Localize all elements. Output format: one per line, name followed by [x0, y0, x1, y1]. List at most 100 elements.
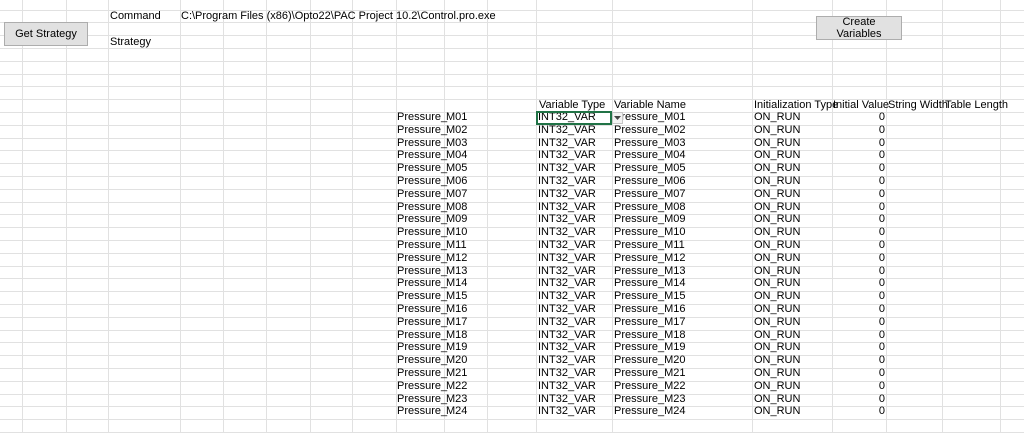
cell-prefix[interactable]: Pressure_: [397, 162, 447, 175]
cell-initial-value[interactable]: 0: [832, 149, 885, 162]
cell-suffix[interactable]: M10: [446, 226, 467, 239]
cell-suffix[interactable]: M21: [446, 367, 467, 380]
cell-variable-type[interactable]: INT32_VAR: [538, 213, 596, 226]
cell-prefix[interactable]: Pressure_: [397, 111, 447, 124]
cell-variable-name[interactable]: Pressure_M19: [614, 341, 686, 354]
cell-prefix[interactable]: Pressure_: [397, 316, 447, 329]
cell-variable-type[interactable]: INT32_VAR: [538, 316, 596, 329]
cell-variable-name[interactable]: Pressure_M15: [614, 290, 686, 303]
cell-variable-type[interactable]: INT32_VAR: [538, 239, 596, 252]
cell-initialization-type[interactable]: ON_RUN: [754, 290, 800, 303]
cell-initial-value[interactable]: 0: [832, 175, 885, 188]
cell-variable-type[interactable]: INT32_VAR: [538, 201, 596, 214]
cell-suffix[interactable]: M17: [446, 316, 467, 329]
cell-initial-value[interactable]: 0: [832, 303, 885, 316]
cell-suffix[interactable]: M15: [446, 290, 467, 303]
cell-initial-value[interactable]: 0: [832, 252, 885, 265]
cell-variable-type[interactable]: INT32_VAR: [538, 277, 596, 290]
cell-variable-type[interactable]: INT32_VAR: [538, 137, 596, 150]
cell-initial-value[interactable]: 0: [832, 162, 885, 175]
cell-variable-type[interactable]: INT32_VAR: [538, 303, 596, 316]
cell-initialization-type[interactable]: ON_RUN: [754, 341, 800, 354]
cell-prefix[interactable]: Pressure_: [397, 239, 447, 252]
cell-prefix[interactable]: Pressure_: [397, 226, 447, 239]
cell-suffix[interactable]: M01: [446, 111, 467, 124]
cell-suffix[interactable]: M06: [446, 175, 467, 188]
cell-initial-value[interactable]: 0: [832, 290, 885, 303]
cell-initial-value[interactable]: 0: [832, 111, 885, 124]
cell-initial-value[interactable]: 0: [832, 124, 885, 137]
cell-variable-name[interactable]: Pressure_M01: [614, 111, 686, 124]
cell-variable-type[interactable]: INT32_VAR: [538, 124, 596, 137]
cell-prefix[interactable]: Pressure_: [397, 213, 447, 226]
cell-suffix[interactable]: M05: [446, 162, 467, 175]
cell-variable-type[interactable]: INT32_VAR: [538, 367, 596, 380]
cell-variable-type[interactable]: INT32_VAR: [538, 354, 596, 367]
cell-prefix[interactable]: Pressure_: [397, 341, 447, 354]
cell-variable-name[interactable]: Pressure_M21: [614, 367, 686, 380]
cell-initial-value[interactable]: 0: [832, 316, 885, 329]
cell-initialization-type[interactable]: ON_RUN: [754, 124, 800, 137]
cell-variable-name[interactable]: Pressure_M16: [614, 303, 686, 316]
cell-dropdown-button[interactable]: [612, 112, 623, 124]
cell-prefix[interactable]: Pressure_: [397, 252, 447, 265]
cell-variable-name[interactable]: Pressure_M07: [614, 188, 686, 201]
cell-initialization-type[interactable]: ON_RUN: [754, 137, 800, 150]
cell-prefix[interactable]: Pressure_: [397, 380, 447, 393]
cell-initial-value[interactable]: 0: [832, 354, 885, 367]
get-strategy-button[interactable]: Get Strategy: [4, 22, 88, 46]
cell-variable-type[interactable]: INT32_VAR: [538, 149, 596, 162]
cell-initialization-type[interactable]: ON_RUN: [754, 303, 800, 316]
cell-initial-value[interactable]: 0: [832, 329, 885, 342]
cell-initialization-type[interactable]: ON_RUN: [754, 175, 800, 188]
cell-initial-value[interactable]: 0: [832, 380, 885, 393]
cell-initial-value[interactable]: 0: [832, 277, 885, 290]
cell-initialization-type[interactable]: ON_RUN: [754, 226, 800, 239]
cell-variable-name[interactable]: Pressure_M12: [614, 252, 686, 265]
command-path-cell[interactable]: C:\Program Files (x86)\Opto22\PAC Projec…: [181, 10, 496, 23]
cell-initial-value[interactable]: 0: [832, 341, 885, 354]
cell-initialization-type[interactable]: ON_RUN: [754, 149, 800, 162]
cell-variable-type[interactable]: INT32_VAR: [538, 405, 596, 418]
cell-initialization-type[interactable]: ON_RUN: [754, 367, 800, 380]
cell-prefix[interactable]: Pressure_: [397, 303, 447, 316]
cell-prefix[interactable]: Pressure_: [397, 367, 447, 380]
cell-initialization-type[interactable]: ON_RUN: [754, 380, 800, 393]
cell-initial-value[interactable]: 0: [832, 188, 885, 201]
cell-initialization-type[interactable]: ON_RUN: [754, 316, 800, 329]
cell-initialization-type[interactable]: ON_RUN: [754, 162, 800, 175]
cell-suffix[interactable]: M18: [446, 329, 467, 342]
cell-variable-name[interactable]: Pressure_M14: [614, 277, 686, 290]
cell-initialization-type[interactable]: ON_RUN: [754, 213, 800, 226]
cell-suffix[interactable]: M14: [446, 277, 467, 290]
create-variables-button[interactable]: Create Variables: [816, 16, 902, 40]
cell-suffix[interactable]: M08: [446, 201, 467, 214]
cell-suffix[interactable]: M20: [446, 354, 467, 367]
cell-variable-name[interactable]: Pressure_M06: [614, 175, 686, 188]
cell-initialization-type[interactable]: ON_RUN: [754, 405, 800, 418]
cell-variable-type[interactable]: INT32_VAR: [538, 393, 596, 406]
cell-prefix[interactable]: Pressure_: [397, 124, 447, 137]
cell-initialization-type[interactable]: ON_RUN: [754, 393, 800, 406]
cell-variable-name[interactable]: Pressure_M08: [614, 201, 686, 214]
cell-variable-name[interactable]: Pressure_M09: [614, 213, 686, 226]
cell-suffix[interactable]: M11: [446, 239, 467, 252]
cell-initialization-type[interactable]: ON_RUN: [754, 354, 800, 367]
cell-variable-name[interactable]: Pressure_M10: [614, 226, 686, 239]
cell-initial-value[interactable]: 0: [832, 393, 885, 406]
cell-initial-value[interactable]: 0: [832, 213, 885, 226]
cell-variable-name[interactable]: Pressure_M11: [614, 239, 685, 252]
cell-suffix[interactable]: M23: [446, 393, 467, 406]
cell-prefix[interactable]: Pressure_: [397, 175, 447, 188]
cell-suffix[interactable]: M22: [446, 380, 467, 393]
cell-variable-name[interactable]: Pressure_M04: [614, 149, 686, 162]
cell-initialization-type[interactable]: ON_RUN: [754, 111, 800, 124]
cell-suffix[interactable]: M12: [446, 252, 467, 265]
cell-suffix[interactable]: M02: [446, 124, 467, 137]
cell-suffix[interactable]: M07: [446, 188, 467, 201]
cell-initial-value[interactable]: 0: [832, 405, 885, 418]
cell-initial-value[interactable]: 0: [832, 265, 885, 278]
cell-prefix[interactable]: Pressure_: [397, 265, 447, 278]
cell-initialization-type[interactable]: ON_RUN: [754, 188, 800, 201]
cell-variable-name[interactable]: Pressure_M03: [614, 137, 686, 150]
